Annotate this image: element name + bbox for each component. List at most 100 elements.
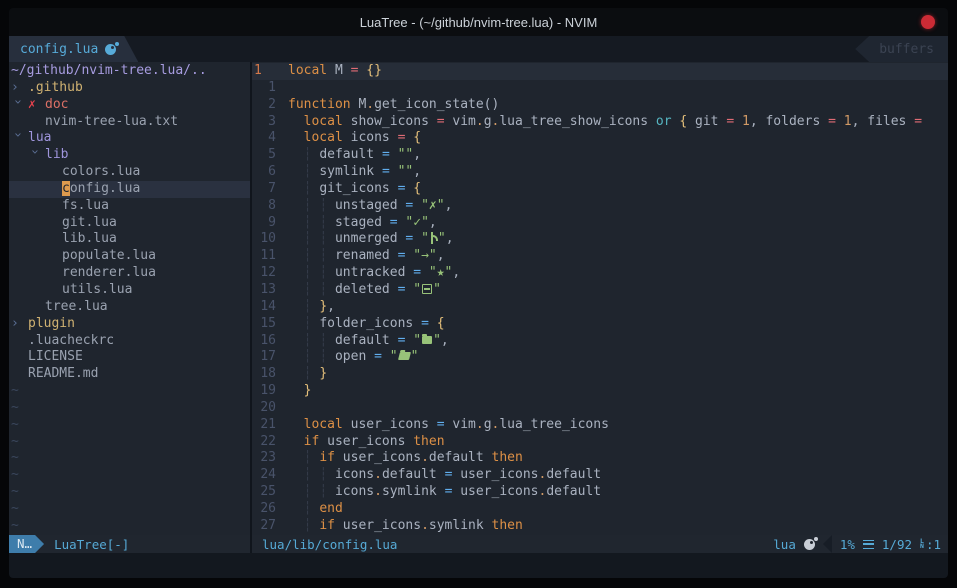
code-line-26[interactable]: 25 ┆ ┆ icons.symlink = user_icons.defaul… [252, 484, 948, 501]
tree-item-nvim-tree-lua-txt[interactable]: nvim-tree-lua.txt [9, 114, 250, 131]
chevron-down-icon[interactable]: › [9, 98, 25, 115]
code-text: ┆ ┆ untracked = "★", [288, 265, 948, 282]
code-text: } [288, 383, 948, 400]
folder-open-icon [398, 352, 411, 360]
code-line-2[interactable]: 1 [252, 80, 948, 97]
code-line-1[interactable]: 1local M = {} [252, 63, 948, 80]
code-line-15[interactable]: 14 ┆ }, [252, 299, 948, 316]
tree-item-label: lua [28, 130, 51, 147]
code-line-25[interactable]: 24 ┆ ┆ icons.default = user_icons.defaul… [252, 467, 948, 484]
code-text: ┆ git_icons = { [288, 181, 948, 198]
line-number: 6 [252, 164, 276, 181]
tree-item-plugin[interactable]: ›plugin [9, 316, 250, 333]
tree-item-config-lua[interactable]: config.lua [9, 181, 250, 198]
tree-item-label: config.lua [62, 181, 140, 198]
code-text: ┆ ┆ default = "", [288, 333, 948, 350]
code-line-11[interactable]: 10 ┆ ┆ unmerged = "", [252, 231, 948, 248]
tree-item-readme-md[interactable]: README.md [9, 366, 250, 383]
line-number: 3 [252, 114, 276, 131]
code-text: ┆ ┆ icons.symlink = user_icons.default [288, 484, 948, 501]
code-line-19[interactable]: 18 ┆ } [252, 366, 948, 383]
tree-item-fs-lua[interactable]: fs.lua [9, 198, 250, 215]
chevron-right-icon[interactable]: › [11, 80, 28, 97]
tree-item-utils-lua[interactable]: utils.lua [9, 282, 250, 299]
tree-item-luacheckrc[interactable]: .luacheckrc [9, 333, 250, 350]
tree-item-label: colors.lua [62, 164, 140, 181]
code-text: ┆ ┆ icons.default = user_icons.default [288, 467, 948, 484]
code-line-14[interactable]: 13 ┆ ┆ deleted = "" [252, 282, 948, 299]
code-text: ┆ folder_icons = { [288, 316, 948, 333]
tilde-label: ~ [11, 417, 19, 434]
code-text: ┆ ┆ staged = "✓", [288, 215, 948, 232]
tilde-label: ~ [11, 467, 19, 484]
code-line-12[interactable]: 11 ┆ ┆ renamed = "→", [252, 248, 948, 265]
tilde-label: ~ [11, 518, 19, 535]
close-icon[interactable] [921, 15, 935, 29]
code-line-20[interactable]: 19 } [252, 383, 948, 400]
git-branch-icon [429, 232, 438, 244]
code-line-28[interactable]: 27 ┆ if user_icons.symlink then [252, 518, 948, 535]
tree-item-label: tree.lua [45, 299, 108, 316]
code-line-13[interactable]: 12 ┆ ┆ untracked = "★", [252, 265, 948, 282]
column-group: :1 [920, 537, 941, 552]
command-line[interactable] [9, 553, 948, 578]
code-line-23[interactable]: 22 if user_icons then [252, 434, 948, 451]
tree-item-github[interactable]: ›.github [9, 80, 250, 97]
folder-icon [422, 336, 432, 344]
code-line-4[interactable]: 3 local show_icons = vim.g.lua_tree_show… [252, 114, 948, 131]
tree-filler-tilde: ~ [9, 417, 250, 434]
code-line-22[interactable]: 21 local user_icons = vim.g.lua_tree_ico… [252, 417, 948, 434]
chevron-right-icon[interactable]: › [11, 316, 28, 333]
tree-item-lua[interactable]: ›lua [9, 130, 250, 147]
tree-item-license[interactable]: LICENSE [9, 349, 250, 366]
statusline-left: N… LuaTree[-] [9, 535, 250, 553]
code-line-17[interactable]: 16 ┆ ┆ default = "", [252, 333, 948, 350]
chevron-down-icon[interactable]: › [9, 131, 25, 148]
line-number: 1 [252, 63, 276, 80]
tree-item-github-nvim-tree-lua[interactable]: ~/github/nvim-tree.lua/.. [9, 63, 250, 80]
tree-item-doc[interactable]: ›✗doc [9, 97, 250, 114]
tree-item-git-lua[interactable]: git.lua [9, 215, 250, 232]
tree-item-lib[interactable]: ›lib [9, 147, 250, 164]
code-text: ┆ default = "", [288, 147, 948, 164]
tree-item-tree-lua[interactable]: tree.lua [9, 299, 250, 316]
code-line-5[interactable]: 4 local icons = { [252, 130, 948, 147]
titlebar[interactable]: LuaTree - (~/github/nvim-tree.lua) - NVI… [9, 8, 948, 36]
code-line-7[interactable]: 6 ┆ symlink = "", [252, 164, 948, 181]
line-number: 20 [252, 400, 276, 417]
line-number: 19 [252, 383, 276, 400]
tilde-label: ~ [11, 484, 19, 501]
buffers-segment[interactable]: buffers [855, 36, 948, 62]
code-line-21[interactable]: 20 [252, 400, 948, 417]
code-text: ┆ if user_icons.symlink then [288, 518, 948, 535]
tree-item-label: fs.lua [62, 198, 109, 215]
tree-item-label: .luacheckrc [28, 333, 114, 350]
code-text: ┆ ┆ unmerged = "", [288, 231, 948, 248]
code-line-16[interactable]: 15 ┆ folder_icons = { [252, 316, 948, 333]
mode-indicator: N… [9, 535, 44, 553]
lua-moon-icon [105, 44, 116, 55]
code-line-18[interactable]: 17 ┆ ┆ open = "" [252, 349, 948, 366]
tab-config-lua[interactable]: config.lua [9, 36, 138, 62]
powerline-chevron-icon [823, 535, 832, 553]
code-line-3[interactable]: 2function M.get_icon_state() [252, 97, 948, 114]
code-line-10[interactable]: 9 ┆ ┆ staged = "✓", [252, 215, 948, 232]
code-text [288, 400, 948, 417]
code-text: ┆ ┆ deleted = "" [288, 282, 948, 299]
code-text [288, 80, 948, 97]
code-line-24[interactable]: 23 ┆ if user_icons.default then [252, 450, 948, 467]
tree-item-renderer-lua[interactable]: renderer.lua [9, 265, 250, 282]
chevron-down-icon[interactable]: › [25, 148, 42, 165]
line-number: 2 [252, 97, 276, 114]
tree-filler-tilde: ~ [9, 518, 250, 535]
tree-filler-tilde: ~ [9, 484, 250, 501]
code-line-6[interactable]: 5 ┆ default = "", [252, 147, 948, 164]
tree-item-colors-lua[interactable]: colors.lua [9, 164, 250, 181]
tree-item-lib-lua[interactable]: lib.lua [9, 231, 250, 248]
tree-item-populate-lua[interactable]: populate.lua [9, 248, 250, 265]
code-line-8[interactable]: 7 ┆ git_icons = { [252, 181, 948, 198]
code-line-9[interactable]: 8 ┆ ┆ unstaged = "✗", [252, 198, 948, 215]
tilde-label: ~ [11, 450, 19, 467]
tree-item-label: utils.lua [62, 282, 132, 299]
code-line-27[interactable]: 26 ┆ end [252, 501, 948, 518]
